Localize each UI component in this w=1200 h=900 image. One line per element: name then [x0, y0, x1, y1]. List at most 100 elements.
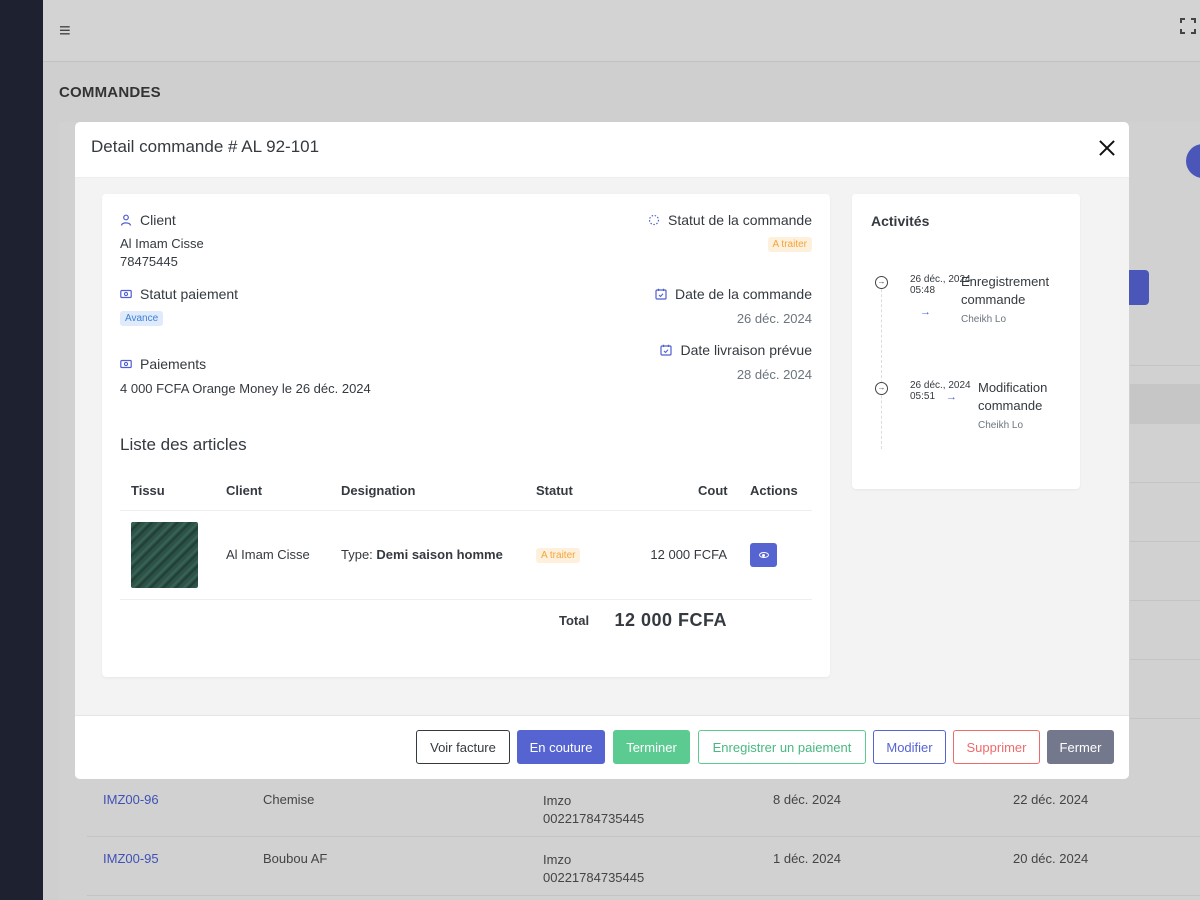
- article-designation: Type: Demi saison homme: [341, 547, 503, 562]
- total-value: 12 000 FCFA: [614, 610, 727, 630]
- orders-table: IMZ00-96 Chemise Imzo 00221784735445 8 dé…: [87, 778, 1200, 896]
- designation-prefix: Type:: [341, 547, 373, 562]
- activities-title: Activités: [871, 213, 930, 229]
- order-info-card: Client Al Imam Cisse 78475445 Statut de …: [102, 194, 830, 677]
- articles-title: Liste des articles: [120, 435, 247, 454]
- eye-icon: [758, 552, 769, 558]
- money-icon: [120, 289, 132, 299]
- delivery-date-value: 28 déc. 2024: [736, 367, 812, 382]
- in-sewing-button[interactable]: En couture: [517, 730, 605, 764]
- activity-time: 05:51: [910, 391, 936, 402]
- column-header-tissu: Tissu: [131, 483, 165, 498]
- timeline-line: [881, 284, 882, 449]
- edit-button[interactable]: Modifier: [873, 730, 946, 764]
- column-header-client: Client: [226, 483, 263, 498]
- money-icon: [120, 359, 132, 369]
- order-status-label: Statut de la commande: [648, 212, 812, 228]
- divider: [1130, 659, 1200, 660]
- table-row[interactable]: IMZ00-96 Chemise Imzo 00221784735445 8 dé…: [87, 778, 1200, 837]
- record-payment-button[interactable]: Enregistrer un paiement: [698, 730, 866, 764]
- close-icon[interactable]: [1099, 140, 1115, 156]
- total-label: Total: [559, 613, 590, 628]
- divider: [120, 510, 812, 511]
- order-type: Boubou AF: [263, 851, 328, 866]
- divider: [1130, 541, 1200, 542]
- loader-icon: [648, 214, 660, 226]
- divider: [120, 599, 812, 600]
- payment-status-badge: Avance: [120, 311, 164, 326]
- payments-label: Paiements: [120, 356, 206, 372]
- activity-text: Enregistrement commande: [961, 274, 1050, 307]
- payments-value: 4 000 FCFA Orange Money le 26 déc. 2024: [120, 381, 371, 396]
- order-type: Chemise: [263, 792, 315, 807]
- order-client: Imzo 00221784735445: [543, 851, 644, 887]
- hamburger-icon[interactable]: ≡: [59, 20, 71, 43]
- activity-text: Modification commande: [978, 380, 1048, 413]
- column-header-designation: Designation: [341, 483, 416, 498]
- order-code-link[interactable]: IMZ00-96: [103, 792, 159, 807]
- delivery-date: 22 déc. 2024: [1013, 792, 1089, 807]
- activities-card: Activités → 26 déc., 2024 05:48 → Enregis…: [852, 194, 1080, 489]
- client-label-text: Client: [140, 212, 176, 228]
- arrow-right-icon: →: [946, 391, 957, 403]
- client-name: Imzo: [543, 852, 572, 867]
- arrow-circle-icon: →: [875, 382, 888, 395]
- sidebar: [0, 0, 43, 900]
- order-client: Imzo 00221784735445: [543, 792, 644, 828]
- fabric-image: [131, 522, 198, 588]
- page-title: COMMANDES: [59, 84, 161, 101]
- close-button[interactable]: Fermer: [1047, 730, 1114, 764]
- view-article-button[interactable]: [750, 543, 777, 567]
- delete-button[interactable]: Supprimer: [953, 730, 1040, 764]
- client-name: Al Imam Cisse: [120, 236, 204, 251]
- article-client: Al Imam Cisse: [226, 547, 310, 562]
- client-phone: 78475445: [120, 254, 178, 269]
- payments-label-text: Paiements: [140, 356, 207, 372]
- table-header-bg: [1130, 384, 1200, 424]
- order-date-label-text: Date de la commande: [675, 286, 812, 302]
- order-status-label-text: Statut de la commande: [668, 212, 812, 228]
- order-detail-modal: Detail commande # AL 92-101 Client Al Im…: [75, 122, 1129, 779]
- modal-title: Detail commande # AL 92-101: [91, 137, 320, 156]
- order-date-value: 26 déc. 2024: [736, 311, 812, 326]
- table-row[interactable]: IMZ00-95 Boubou AF Imzo 00221784735445 1 …: [87, 837, 1200, 896]
- finish-button[interactable]: Terminer: [613, 730, 690, 764]
- client-name: Imzo: [543, 793, 572, 808]
- client-phone: 00221784735445: [543, 870, 645, 885]
- divider: [1130, 718, 1200, 719]
- activity-time: 05:48: [910, 285, 936, 296]
- order-date-label: Date de la commande: [655, 286, 812, 302]
- delivery-date-label: Date livraison prévue: [660, 342, 812, 358]
- modal-footer: Voir facture En couture Terminer Enregis…: [75, 715, 1129, 779]
- activity-user: Cheikh Lo: [978, 420, 1024, 431]
- divider: [1130, 365, 1200, 366]
- modal-header: Detail commande # AL 92-101: [75, 122, 1129, 178]
- activity-date-day: 26 déc., 2024: [910, 380, 971, 391]
- delivery-date-label-text: Date livraison prévue: [680, 342, 812, 358]
- filter-button[interactable]: [1128, 270, 1149, 305]
- column-header-statut: Statut: [536, 483, 573, 498]
- payment-status-label-text: Statut paiement: [140, 286, 239, 302]
- order-status-badge: A traiter: [767, 237, 812, 252]
- activity-user: Cheikh Lo: [961, 314, 1007, 325]
- article-status-badge: A traiter: [536, 548, 581, 563]
- modal-body: Client Al Imam Cisse 78475445 Statut de …: [75, 178, 1129, 715]
- view-invoice-button[interactable]: Voir facture: [416, 730, 510, 764]
- payment-status-label: Statut paiement: [120, 286, 238, 302]
- topbar: ≡: [43, 0, 1200, 62]
- divider: [1130, 482, 1200, 483]
- fullscreen-icon[interactable]: [1179, 17, 1197, 35]
- order-code-link[interactable]: IMZ00-95: [103, 851, 159, 866]
- client-label: Client: [120, 212, 176, 228]
- arrow-circle-icon: →: [875, 276, 888, 289]
- designation-value: Demi saison homme: [376, 547, 503, 562]
- user-icon: [120, 214, 132, 226]
- calendar-check-icon: [660, 344, 673, 356]
- column-header-cout: Cout: [698, 483, 728, 498]
- calendar-check-icon: [655, 288, 667, 300]
- order-date: 1 déc. 2024: [773, 851, 841, 866]
- order-date: 8 déc. 2024: [773, 792, 841, 807]
- column-header-actions: Actions: [750, 483, 798, 498]
- divider: [1130, 600, 1200, 601]
- client-phone: 00221784735445: [543, 811, 645, 826]
